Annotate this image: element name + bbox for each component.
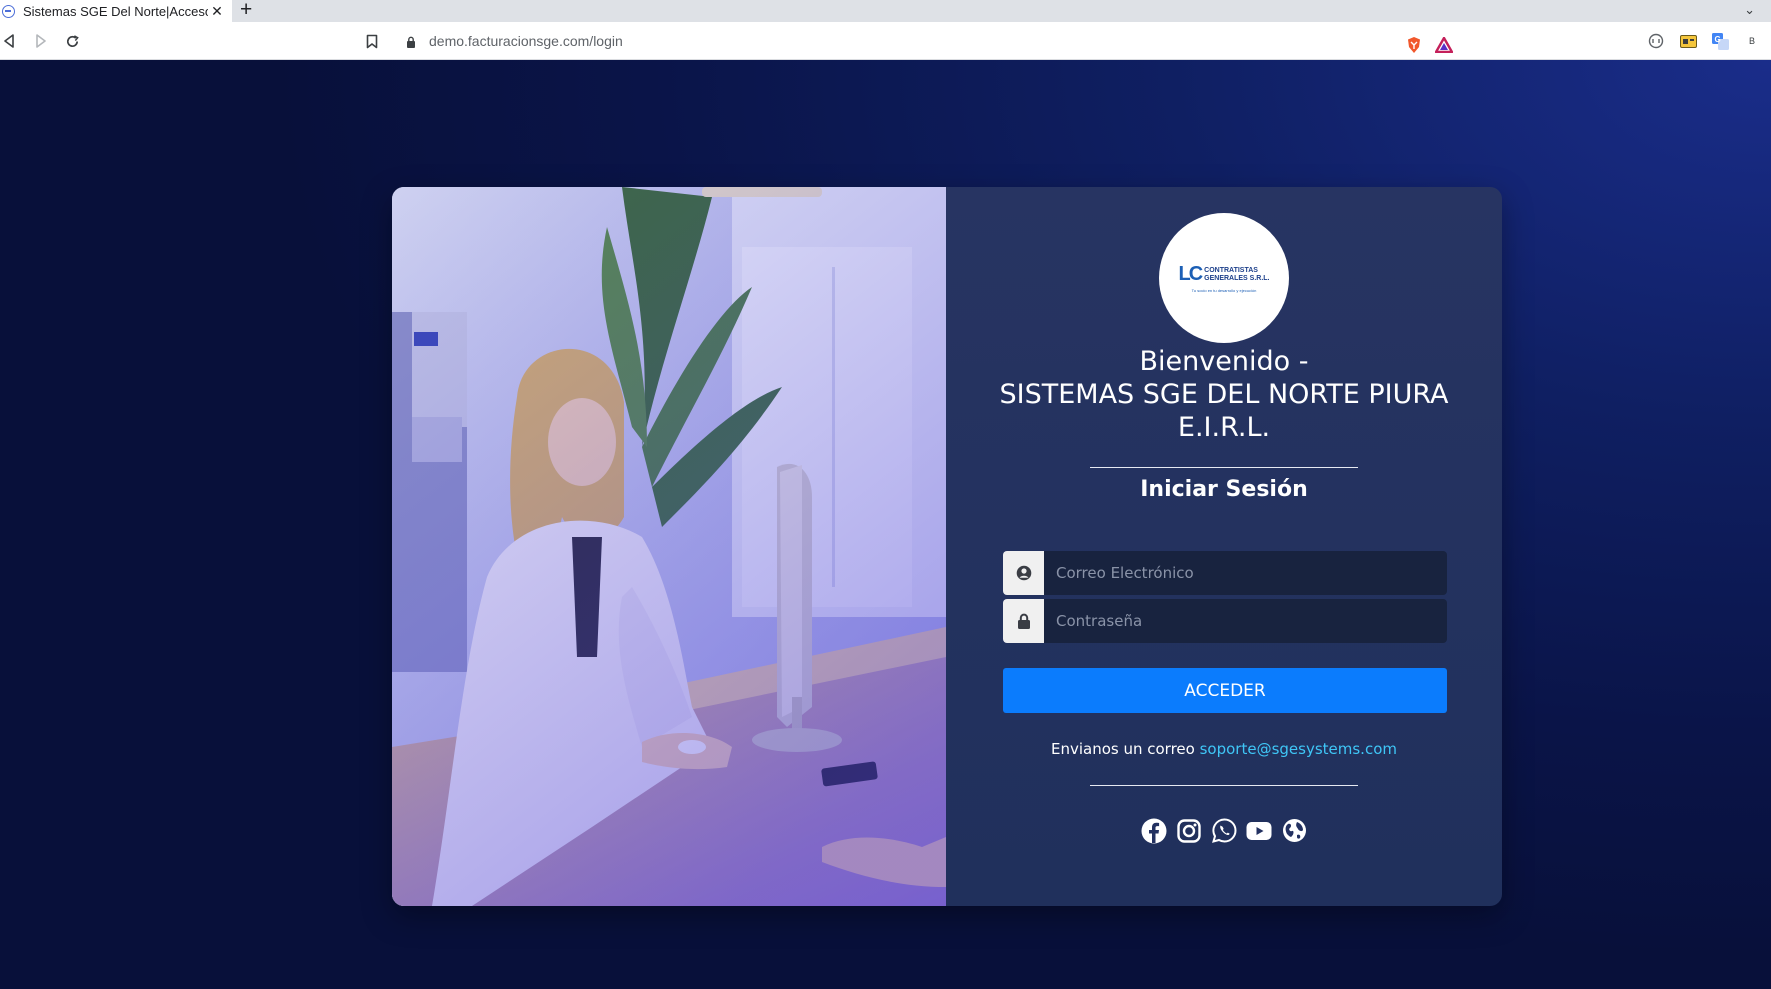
login-title: Iniciar Sesión	[1140, 477, 1308, 502]
user-icon	[1003, 551, 1044, 595]
support-email-link[interactable]: soporte@sgesystems.com	[1200, 740, 1397, 758]
back-icon[interactable]	[0, 29, 21, 53]
footer-divider	[1090, 785, 1358, 786]
welcome-line2: SISTEMAS SGE DEL NORTE PIURA	[999, 379, 1449, 410]
bookmark-icon[interactable]	[362, 29, 382, 53]
wallet-icon[interactable]	[1678, 31, 1698, 51]
brave-rewards-icon[interactable]	[1434, 35, 1454, 55]
welcome-line1: Bienvenido -	[1139, 346, 1309, 377]
extension-icon[interactable]	[1646, 31, 1666, 51]
address-bar[interactable]: demo.facturacionsge.com/login	[394, 26, 1474, 56]
password-field-group	[1003, 599, 1447, 643]
site-favicon-icon	[2, 4, 15, 18]
forward-icon[interactable]	[29, 29, 53, 53]
company-logo: LC CONTRATISTAS GENERALES S.R.L. Tu soci…	[1159, 213, 1289, 343]
lock-icon	[1003, 599, 1044, 643]
login-panel: LC CONTRATISTAS GENERALES S.R.L. Tu soci…	[946, 187, 1502, 906]
brave-shield-icon[interactable]	[1404, 35, 1424, 55]
browser-tab[interactable]: Sistemas SGE Del Norte|Acceso ✕	[0, 0, 232, 22]
translate-icon[interactable]: G	[1710, 31, 1730, 51]
new-tab-button[interactable]: +	[240, 0, 252, 21]
receptionist-photo	[392, 187, 946, 906]
logo-mark: LC	[1178, 263, 1203, 285]
profile-icon[interactable]: B	[1742, 31, 1762, 51]
tab-title: Sistemas SGE Del Norte|Acceso	[23, 3, 208, 19]
login-card: LC CONTRATISTAS GENERALES S.R.L. Tu soci…	[392, 187, 1502, 906]
logo-company-line2: GENERALES S.R.L.	[1204, 274, 1270, 282]
logo-company-line1: CONTRATISTAS	[1204, 266, 1258, 274]
lock-icon	[406, 35, 416, 48]
contact-line: Envianos un correo soporte@sgesystems.co…	[946, 740, 1502, 758]
page-background: LC CONTRATISTAS GENERALES S.R.L. Tu soci…	[0, 60, 1771, 989]
instagram-icon[interactable]	[1176, 817, 1203, 844]
welcome-line3: E.I.R.L.	[1177, 412, 1271, 443]
svg-text:G: G	[1714, 35, 1720, 44]
login-button[interactable]: ACCEDER	[1003, 668, 1447, 713]
globe-icon[interactable]	[1281, 817, 1308, 844]
facebook-icon[interactable]	[1141, 817, 1168, 844]
browser-tabstrip: Sistemas SGE Del Norte|Acceso ✕ + ⌄	[0, 0, 1771, 22]
contact-prefix: Envianos un correo	[1050, 740, 1195, 758]
email-input[interactable]	[1044, 551, 1447, 595]
logo-tagline: Tu socio en tu desarrollo y ejecución	[1191, 288, 1257, 293]
reload-icon[interactable]	[60, 29, 84, 53]
email-field-group	[1003, 551, 1447, 595]
url-text: demo.facturacionsge.com/login	[429, 33, 623, 49]
password-input[interactable]	[1044, 599, 1447, 643]
browser-toolbar: demo.facturacionsge.com/login G B	[0, 22, 1771, 60]
tab-search-icon[interactable]: ⌄	[1744, 0, 1755, 20]
whatsapp-icon[interactable]	[1211, 817, 1238, 844]
heading-divider	[1090, 467, 1358, 468]
youtube-icon[interactable]	[1246, 817, 1273, 844]
social-links	[946, 817, 1502, 844]
welcome-heading: Bienvenido - SISTEMAS SGE DEL NORTE PIUR…	[946, 345, 1502, 444]
tab-close-icon[interactable]: ✕	[208, 3, 226, 20]
